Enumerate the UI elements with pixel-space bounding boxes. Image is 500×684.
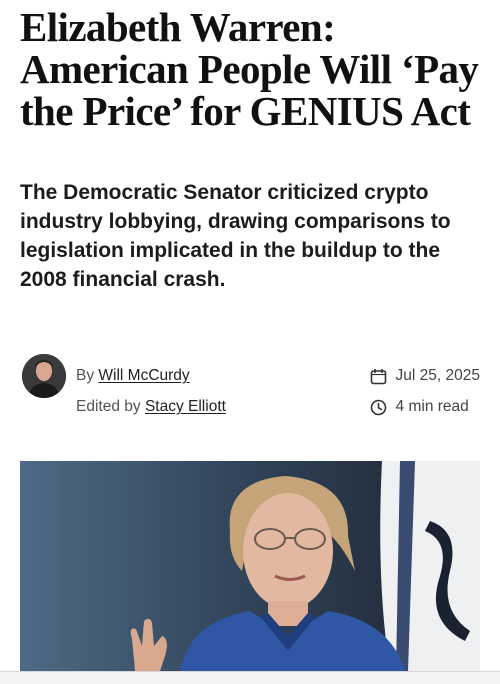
edited-by-prefix: Edited by [76, 398, 141, 415]
photo-of-speaker [20, 461, 480, 671]
article-headline: Elizabeth Warren: American People Will ‘… [20, 4, 479, 134]
hero-image[interactable] [20, 461, 480, 671]
author-avatar[interactable] [22, 354, 66, 398]
clock-icon [370, 399, 386, 415]
read-time: 4 min read [395, 398, 469, 415]
editor-link[interactable]: Stacy Elliott [145, 398, 226, 415]
publish-date: Jul 25, 2025 [395, 367, 480, 384]
byline: By Will McCurdy Edited by Stacy Elliott … [20, 352, 480, 424]
author-link[interactable]: Will McCurdy [98, 367, 189, 384]
article-subheadline: The Democratic Senator criticized crypto… [20, 181, 451, 291]
calendar-icon [370, 368, 386, 384]
bottom-bar [0, 671, 500, 684]
by-prefix: By [76, 367, 95, 384]
